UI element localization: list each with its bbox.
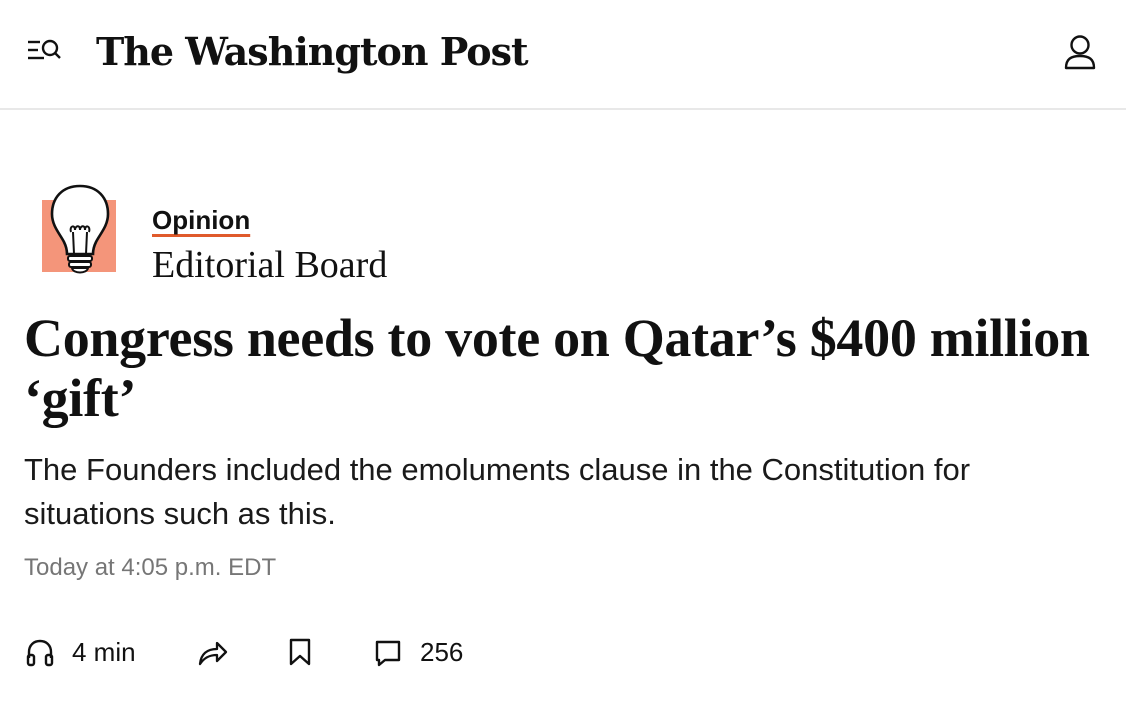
user-icon [1064, 35, 1096, 70]
section-label-opinion[interactable]: Opinion [152, 204, 250, 236]
comments-button[interactable]: 256 [374, 632, 463, 672]
lightbulb-icon [42, 184, 116, 274]
comment-icon [375, 640, 401, 667]
listen-button[interactable]: 4 min [24, 632, 136, 672]
listen-duration: 4 min [72, 637, 136, 667]
save-bookmark-button[interactable] [286, 632, 314, 672]
account-button[interactable] [1060, 32, 1100, 74]
bookmark-icon [289, 638, 311, 666]
article-headline: Congress needs to vote on Qatar’s $400 m… [24, 308, 1090, 428]
headphones-icon [26, 639, 54, 667]
publish-timestamp: Today at 4:05 p.m. EDT [24, 554, 277, 581]
author-illustration[interactable] [42, 184, 118, 280]
menu-search-icon [28, 39, 61, 60]
share-icon [198, 641, 228, 666]
article-subheadline: The Founders included the emoluments cla… [24, 452, 971, 531]
author-name[interactable]: Editorial Board [152, 243, 387, 287]
menu-search-button[interactable] [24, 34, 64, 74]
site-logo[interactable]: The Washington Post [96, 26, 529, 78]
share-button[interactable] [196, 632, 228, 672]
comments-count: 256 [420, 637, 464, 667]
top-navigation-bar: The Washington Post [0, 0, 1126, 110]
